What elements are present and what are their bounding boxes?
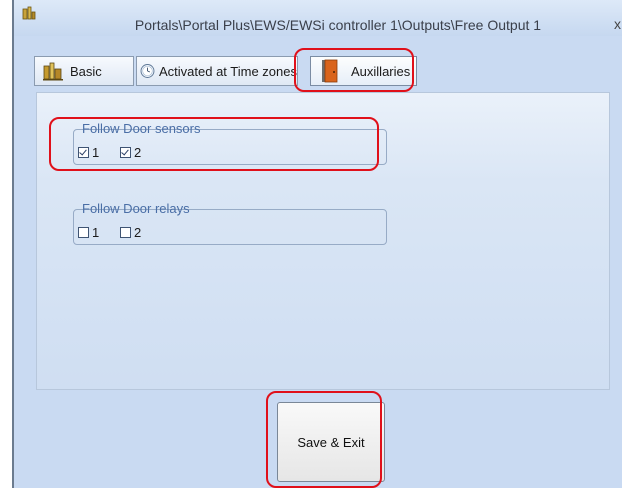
window-title: Portals\Portal Plus\EWS/EWSi controller … (134, 17, 542, 33)
door-sensors-group: Follow Door sensors 1 2 (73, 121, 387, 165)
clock-icon (140, 64, 155, 78)
relay-1-checkbox[interactable]: 1 (78, 225, 99, 240)
books-icon (43, 62, 63, 81)
checkbox-unchecked[interactable] (78, 227, 89, 238)
tab-basic[interactable]: Basic (34, 56, 134, 86)
title-bar[interactable]: Portals\Portal Plus\EWS/EWSi controller … (14, 0, 622, 36)
relay-2-checkbox[interactable]: 2 (120, 225, 141, 240)
save-exit-button[interactable]: Save & Exit (277, 402, 385, 482)
checkbox-unchecked[interactable] (120, 227, 131, 238)
tab-auxillaries[interactable]: Auxillaries (310, 56, 417, 86)
door-relays-group: Follow Door relays 1 2 (73, 201, 387, 245)
tab-time-zones-label: Activated at Time zones (158, 63, 297, 79)
door-icon (322, 59, 338, 83)
sensor-2-label: 2 (134, 145, 142, 160)
relay-2-label: 2 (134, 225, 142, 240)
checkbox-checked[interactable] (78, 147, 89, 158)
close-button[interactable]: x (614, 16, 622, 32)
tab-basic-label: Basic (70, 63, 102, 79)
relay-1-label: 1 (92, 225, 100, 240)
checkbox-checked[interactable] (120, 147, 131, 158)
sensor-1-label: 1 (92, 145, 100, 160)
sensor-2-checkbox[interactable]: 2 (120, 145, 141, 160)
tab-auxillaries-label: Auxillaries (351, 63, 411, 79)
tab-time-zones[interactable]: Activated at Time zones (136, 56, 298, 86)
sensor-1-checkbox[interactable]: 1 (78, 145, 99, 160)
auxillaries-panel: Follow Door sensors 1 2 Follow Door rela… (36, 92, 610, 390)
door-relays-legend: Follow Door relays (82, 201, 190, 216)
dialog-window: Portals\Portal Plus\EWS/EWSi controller … (12, 0, 622, 488)
door-sensors-legend: Follow Door sensors (82, 121, 201, 136)
